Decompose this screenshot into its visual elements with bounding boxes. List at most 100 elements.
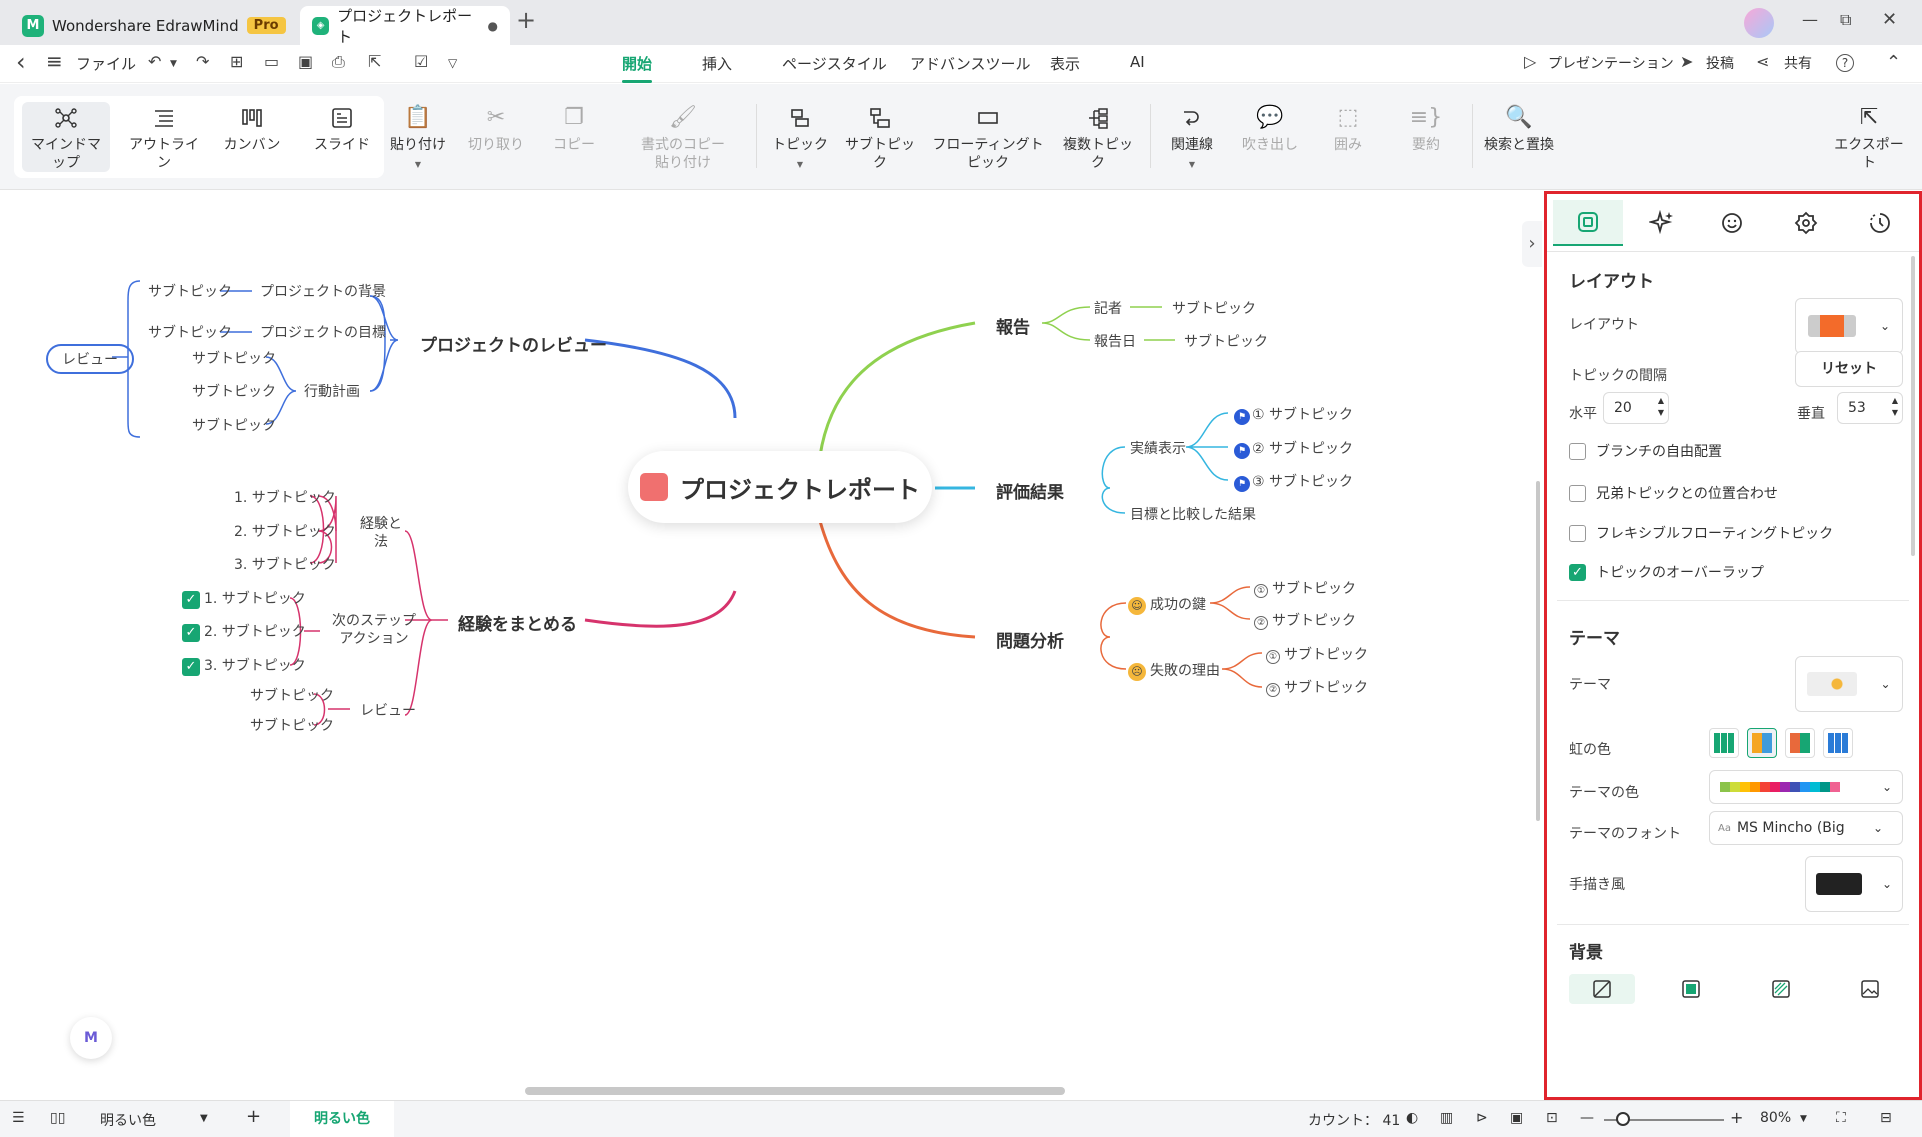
success-key-node[interactable]: ☺ 成功の鍵: [1128, 594, 1206, 615]
tab-history[interactable]: [1845, 200, 1915, 246]
checkbox-box[interactable]: [1569, 524, 1586, 542]
rainbow-option-3[interactable]: [1785, 728, 1815, 758]
theme-selector[interactable]: 明るい色: [100, 1110, 156, 1130]
flagged-subtopic-node[interactable]: ⚑ ① サブトピック: [1234, 404, 1353, 425]
flagged-subtopic-node[interactable]: ⚑ ③ サブトピック: [1234, 471, 1353, 492]
subtopic-node[interactable]: 目標と比較した結果: [1130, 504, 1256, 524]
undo-dropdown-icon[interactable]: ▼: [170, 59, 177, 69]
theme-color-dropdown[interactable]: ⌄: [1709, 770, 1903, 804]
callout-button[interactable]: 💬 吹き出し: [1240, 104, 1300, 154]
subtopic-node[interactable]: サブトピック: [250, 685, 334, 705]
subtopic-node[interactable]: ② サブトピック: [1254, 610, 1356, 630]
share-button[interactable]: 共有: [1784, 53, 1812, 73]
panel-scrollbar[interactable]: [1911, 256, 1915, 556]
subtopic-node[interactable]: サブトピック: [192, 348, 276, 368]
find-replace-button[interactable]: 🔍 検索と置換: [1484, 104, 1554, 154]
subtopic-node[interactable]: 2. サブトピック: [234, 521, 336, 541]
play-icon[interactable]: ▷: [1524, 52, 1536, 71]
share-icon[interactable]: ⋖: [1756, 52, 1769, 71]
hamburger-icon[interactable]: ≡: [46, 49, 63, 73]
solid-background-option[interactable]: [1658, 974, 1724, 1004]
new-tab-button[interactable]: +: [516, 6, 536, 34]
failure-reason-node[interactable]: ☹ 失敗の理由: [1128, 660, 1220, 681]
main-topic-analysis[interactable]: 問題分析: [996, 627, 1064, 652]
checked-subtopic-node[interactable]: ✓ 2. サブトピック: [182, 621, 306, 642]
minimize-button[interactable]: —: [1802, 10, 1818, 29]
avatar[interactable]: [1744, 8, 1774, 38]
image-background-option[interactable]: [1837, 974, 1903, 1004]
paste-button[interactable]: 📋 貼り付け ▼: [388, 104, 448, 174]
add-page-button[interactable]: +: [246, 1106, 261, 1127]
mindmap-canvas[interactable]: プロジェクトレポート プロジェクトのレビュー サブトピック プロジェクトの背景 …: [0, 191, 1542, 1100]
send-icon[interactable]: ➤: [1680, 52, 1693, 71]
collapse-ribbon-icon[interactable]: ⌃: [1886, 52, 1901, 73]
review-sub-node[interactable]: レビュー: [360, 700, 416, 720]
zoom-slider-thumb[interactable]: [1616, 1112, 1630, 1126]
theme-selector-dropdown-icon[interactable]: ▼: [200, 1113, 208, 1124]
tab-marks[interactable]: [1771, 200, 1841, 246]
play-circle-icon[interactable]: ⊳: [1476, 1110, 1488, 1126]
checkbox-box[interactable]: [1569, 442, 1586, 460]
checkbox-box[interactable]: [1569, 484, 1586, 502]
format-painter-button[interactable]: 🖌 書式のコピー 貼り付け: [640, 104, 726, 172]
checkbox-checked-icon[interactable]: ✓: [182, 658, 200, 676]
rainbow-option-2[interactable]: [1747, 728, 1777, 758]
checkbox-checked-icon[interactable]: ✓: [182, 624, 200, 642]
subtopic-node[interactable]: 実績表示: [1130, 438, 1186, 458]
checkbox-checked-icon[interactable]: ✓: [1569, 563, 1586, 581]
subtopic-node[interactable]: サブトピック: [192, 381, 276, 401]
post-button[interactable]: 投稿: [1706, 53, 1734, 73]
align-siblings-checkbox[interactable]: 兄弟トピックとの位置合わせ: [1569, 483, 1778, 503]
boundary-button[interactable]: ⬚ 囲み: [1318, 104, 1378, 154]
page-tab[interactable]: 明るい色: [290, 1101, 394, 1137]
view-kanban-button[interactable]: カンバン: [212, 104, 292, 154]
task-icon[interactable]: ☑: [414, 52, 428, 71]
restore-button[interactable]: ⧉: [1840, 10, 1851, 30]
export-quick-icon[interactable]: ⇱: [368, 52, 381, 71]
subtopic-node[interactable]: ① サブトピック: [1254, 578, 1356, 598]
unsaved-dot-icon[interactable]: ●: [488, 19, 498, 33]
multiple-topics-button[interactable]: 複数トピック: [1058, 104, 1138, 172]
tab-insert[interactable]: 挿入: [702, 53, 732, 74]
subtopic-node[interactable]: プロジェクトの目標: [260, 322, 386, 342]
main-topic-evaluation[interactable]: 評価結果: [996, 478, 1064, 503]
export-button[interactable]: ⇱ エクスポート: [1830, 104, 1908, 172]
help-icon[interactable]: ?: [1836, 54, 1854, 72]
subtopic-node[interactable]: ② サブトピック: [1266, 677, 1368, 697]
document-tab[interactable]: ◈ プロジェクトレポート ●: [300, 6, 510, 46]
copy-button[interactable]: ❐ コピー: [544, 104, 604, 154]
layout-toggle-icon[interactable]: ▯▯: [50, 1110, 65, 1126]
zoom-level[interactable]: 80%: [1760, 1110, 1791, 1126]
zoom-in-button[interactable]: +: [1730, 1108, 1743, 1127]
view-slide-button[interactable]: スライド: [302, 104, 382, 154]
vertical-spacing-input[interactable]: 53 ▲ ▼: [1837, 392, 1903, 424]
main-topic-report[interactable]: 報告: [996, 313, 1030, 338]
page-list-icon[interactable]: ☰: [12, 1110, 25, 1126]
book-icon[interactable]: ▥: [1440, 1110, 1453, 1126]
horizontal-spacing-input[interactable]: 20 ▲ ▼: [1603, 392, 1669, 424]
fit-width-icon[interactable]: ⊡: [1546, 1110, 1558, 1126]
subtopic-node[interactable]: サブトピック: [148, 322, 232, 342]
main-topic-summary[interactable]: 経験をまとめる: [458, 610, 577, 635]
spinner-arrows-icon[interactable]: ▲ ▼: [1892, 395, 1898, 419]
view-mindmap-button[interactable]: マインドマップ: [26, 104, 106, 172]
back-icon[interactable]: ‹: [16, 48, 26, 76]
subtopic-node[interactable]: サブトピック: [1172, 298, 1256, 318]
subtopic-node[interactable]: サブトピック: [148, 281, 232, 301]
zoom-out-button[interactable]: —: [1580, 1110, 1594, 1126]
redo-icon[interactable]: ↷: [196, 52, 209, 71]
no-background-option[interactable]: [1569, 974, 1635, 1004]
view-outline-button[interactable]: アウトライン: [124, 104, 204, 172]
subtopic-node[interactable]: 記者: [1094, 298, 1122, 318]
subtopic-node[interactable]: 3. サブトピック: [234, 554, 336, 574]
subtopic-node[interactable]: サブトピック: [192, 415, 276, 435]
next-step-node[interactable]: 次のステップ アクション: [332, 612, 416, 648]
rainbow-option-1[interactable]: [1709, 728, 1739, 758]
more-dropdown-icon[interactable]: ▽: [448, 56, 457, 70]
subtopic-button[interactable]: サブトピック: [842, 104, 918, 172]
collapse-panel-icon[interactable]: ›: [1522, 221, 1542, 267]
spinner-arrows-icon[interactable]: ▲ ▼: [1658, 395, 1664, 419]
hand-drawn-dropdown[interactable]: ⌄: [1805, 856, 1903, 912]
theme-toggle-icon[interactable]: ◐: [1406, 1110, 1418, 1126]
tab-ai-style[interactable]: [1627, 200, 1697, 246]
